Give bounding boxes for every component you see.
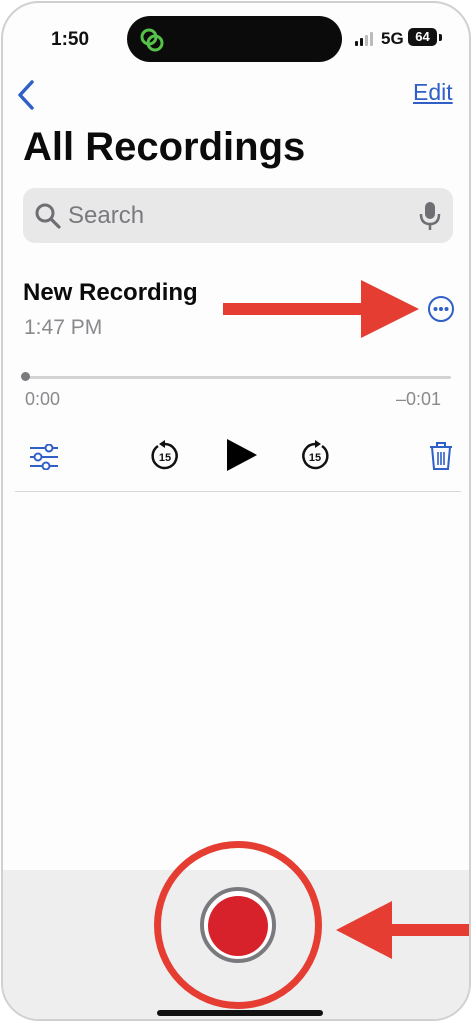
skip-back-label: 15	[159, 452, 171, 464]
elapsed-time: 0:00	[25, 389, 61, 409]
phone-screen: 1:50 5G 64 Edit All Recordings Search Ne…	[1, 1, 471, 1021]
back-chevron-icon[interactable]	[15, 79, 37, 111]
status-time: 1:50	[51, 29, 90, 50]
signal-icon	[355, 31, 373, 46]
skip-forward-15-icon[interactable]: 15	[299, 440, 331, 472]
linked-rings-icon	[140, 28, 164, 52]
search-icon	[35, 203, 61, 229]
network-type: 5G	[381, 29, 404, 48]
skip-forward-label: 15	[309, 452, 321, 464]
search-placeholder: Search	[68, 202, 145, 229]
home-indicator	[157, 1010, 323, 1016]
scrubber-handle[interactable]	[21, 372, 30, 381]
annotation-arrow-left	[336, 901, 469, 959]
annotation-arrow-right	[223, 280, 419, 338]
recording-name[interactable]: New Recording	[23, 279, 198, 307]
list-divider	[15, 491, 461, 492]
trash-icon[interactable]	[429, 441, 453, 471]
skip-back-15-icon[interactable]: 15	[149, 440, 181, 472]
search-field[interactable]: Search	[23, 188, 453, 243]
status-bar: 1:50 5G 64	[3, 3, 469, 73]
recording-time: 1:47 PM	[24, 316, 103, 339]
annotation-circle	[154, 841, 322, 1009]
play-icon[interactable]	[225, 437, 259, 473]
microphone-icon[interactable]	[419, 200, 441, 232]
playback-scrubber[interactable]	[25, 376, 451, 379]
edit-button[interactable]: Edit	[413, 79, 453, 106]
edit-sliders-icon[interactable]	[29, 444, 59, 470]
battery-icon: 64	[408, 28, 437, 46]
battery-tip	[439, 34, 442, 41]
page-title: All Recordings	[23, 125, 306, 169]
more-options-icon[interactable]	[427, 295, 455, 323]
remaining-time: –0:01	[396, 389, 442, 409]
